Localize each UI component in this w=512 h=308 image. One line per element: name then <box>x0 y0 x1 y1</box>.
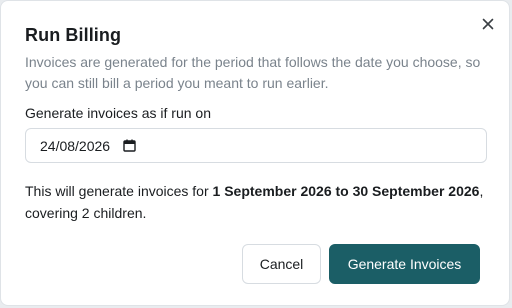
cancel-button[interactable]: Cancel <box>242 244 321 284</box>
billing-period: 1 September 2026 to 30 September 2026 <box>212 183 480 199</box>
run-date-label: Generate invoices as if run on <box>25 105 211 121</box>
run-date-input[interactable]: 24/08/2026 <box>25 128 487 163</box>
summary-prefix: This will generate invoices for <box>25 183 213 199</box>
dialog-title: Run Billing <box>25 25 122 45</box>
dialog-description: Invoices are generated for the period th… <box>25 54 481 91</box>
generate-invoices-button[interactable]: Generate Invoices <box>329 244 480 284</box>
close-icon <box>482 17 494 35</box>
calendar-icon[interactable] <box>122 139 136 153</box>
run-billing-dialog: Run Billing Invoices are generated for t… <box>0 0 510 306</box>
close-button[interactable] <box>477 15 499 37</box>
billing-summary: This will generate invoices for 1 Septem… <box>25 180 491 224</box>
run-date-value: 24/08/2026 <box>40 137 111 154</box>
